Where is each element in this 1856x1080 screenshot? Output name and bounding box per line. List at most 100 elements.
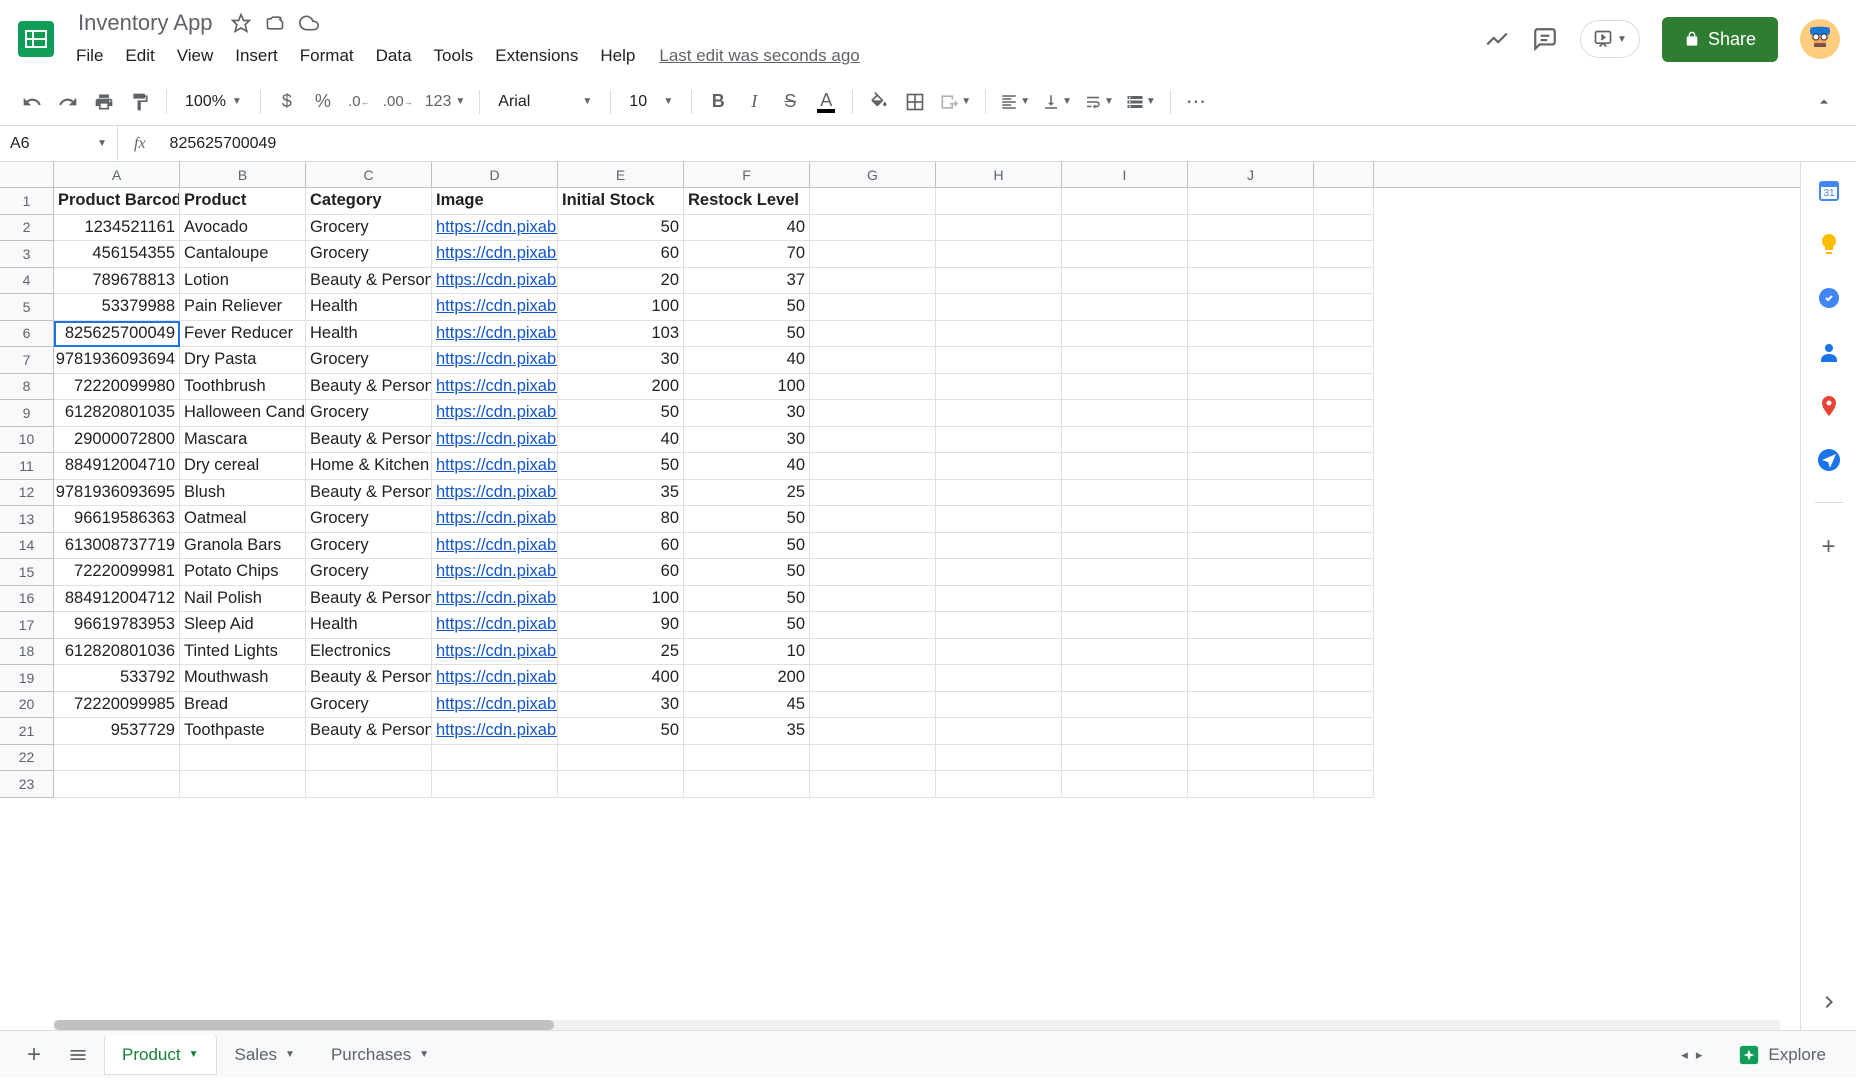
col-header-G[interactable]: G bbox=[810, 162, 936, 187]
paint-format-button[interactable] bbox=[124, 86, 156, 118]
empty-cell[interactable] bbox=[810, 586, 936, 613]
restock-cell[interactable]: 70 bbox=[684, 241, 810, 268]
empty-cell[interactable] bbox=[1188, 294, 1314, 321]
empty-cell[interactable] bbox=[1314, 427, 1374, 454]
row-header-11[interactable]: 11 bbox=[0, 453, 54, 480]
category-cell[interactable]: Electronics bbox=[306, 639, 432, 666]
empty-cell[interactable] bbox=[936, 400, 1062, 427]
row-header-9[interactable]: 9 bbox=[0, 400, 54, 427]
stock-cell[interactable]: 60 bbox=[558, 241, 684, 268]
merge-button[interactable]: ▼ bbox=[935, 86, 975, 118]
empty-cell[interactable] bbox=[1062, 321, 1188, 348]
stock-cell[interactable]: 100 bbox=[558, 586, 684, 613]
category-cell[interactable]: Grocery bbox=[306, 692, 432, 719]
history-icon[interactable] bbox=[1484, 26, 1510, 52]
product-cell[interactable]: Blush bbox=[180, 480, 306, 507]
empty-cell[interactable] bbox=[936, 427, 1062, 454]
restock-cell[interactable]: 40 bbox=[684, 453, 810, 480]
wrap-button[interactable]: ▼ bbox=[1080, 86, 1118, 118]
empty-cell[interactable] bbox=[936, 294, 1062, 321]
barcode-cell[interactable]: 456154355 bbox=[54, 241, 180, 268]
empty-cell[interactable] bbox=[1188, 374, 1314, 401]
product-cell[interactable]: Fever Reducer bbox=[180, 321, 306, 348]
empty-cell[interactable] bbox=[1314, 400, 1374, 427]
row-header-22[interactable]: 22 bbox=[0, 745, 54, 772]
empty-cell[interactable] bbox=[810, 745, 936, 772]
image-link-cell[interactable]: https://cdn.pixaba bbox=[432, 533, 558, 560]
row-header-14[interactable]: 14 bbox=[0, 533, 54, 560]
category-cell[interactable]: Health bbox=[306, 294, 432, 321]
barcode-cell[interactable]: 72220099985 bbox=[54, 692, 180, 719]
image-link-cell[interactable]: https://cdn.pixaba bbox=[432, 374, 558, 401]
empty-cell[interactable] bbox=[1062, 586, 1188, 613]
empty-cell[interactable] bbox=[1062, 639, 1188, 666]
product-cell[interactable]: Oatmeal bbox=[180, 506, 306, 533]
header-cell[interactable]: Product bbox=[180, 188, 306, 215]
empty-cell[interactable] bbox=[936, 506, 1062, 533]
restock-cell[interactable]: 50 bbox=[684, 533, 810, 560]
product-cell[interactable]: Cantaloupe bbox=[180, 241, 306, 268]
tab-nav-arrows[interactable]: ◂▸ bbox=[1681, 1047, 1702, 1063]
menu-tools[interactable]: Tools bbox=[424, 42, 484, 70]
empty-cell[interactable] bbox=[1062, 506, 1188, 533]
empty-cell[interactable] bbox=[1062, 294, 1188, 321]
tasks-icon[interactable] bbox=[1817, 286, 1841, 310]
product-cell[interactable]: Halloween Cand bbox=[180, 400, 306, 427]
empty-cell[interactable] bbox=[936, 374, 1062, 401]
empty-cell[interactable] bbox=[810, 215, 936, 242]
empty-cell[interactable] bbox=[1188, 745, 1314, 772]
category-cell[interactable]: Health bbox=[306, 612, 432, 639]
star-icon[interactable] bbox=[231, 13, 251, 33]
restock-cell[interactable]: 30 bbox=[684, 427, 810, 454]
empty-cell[interactable] bbox=[936, 665, 1062, 692]
empty-cell[interactable] bbox=[1314, 745, 1374, 772]
empty-cell[interactable] bbox=[936, 453, 1062, 480]
empty-cell[interactable] bbox=[810, 533, 936, 560]
empty-cell[interactable] bbox=[936, 771, 1062, 798]
empty-cell[interactable] bbox=[1314, 374, 1374, 401]
barcode-cell[interactable]: 29000072800 bbox=[54, 427, 180, 454]
empty-cell[interactable] bbox=[936, 241, 1062, 268]
empty-cell[interactable] bbox=[1188, 400, 1314, 427]
row-header-15[interactable]: 15 bbox=[0, 559, 54, 586]
empty-cell[interactable] bbox=[1314, 612, 1374, 639]
product-cell[interactable]: Bread bbox=[180, 692, 306, 719]
tab-purchases[interactable]: Purchases▼ bbox=[313, 1035, 447, 1075]
row-header-7[interactable]: 7 bbox=[0, 347, 54, 374]
barcode-cell[interactable]: 96619586363 bbox=[54, 506, 180, 533]
empty-cell[interactable] bbox=[1062, 771, 1188, 798]
row-header-4[interactable]: 4 bbox=[0, 268, 54, 295]
barcode-cell[interactable]: 72220099981 bbox=[54, 559, 180, 586]
empty-cell[interactable] bbox=[936, 268, 1062, 295]
header-cell[interactable]: Restock Level bbox=[684, 188, 810, 215]
barcode-cell[interactable]: 53379988 bbox=[54, 294, 180, 321]
empty-cell[interactable] bbox=[1062, 374, 1188, 401]
empty-cell[interactable] bbox=[810, 453, 936, 480]
product-cell[interactable]: Dry Pasta bbox=[180, 347, 306, 374]
barcode-cell[interactable]: 612820801035 bbox=[54, 400, 180, 427]
image-link-cell[interactable]: https://cdn.pixaba bbox=[432, 427, 558, 454]
move-icon[interactable] bbox=[265, 13, 285, 33]
row-header-5[interactable]: 5 bbox=[0, 294, 54, 321]
tab-sales[interactable]: Sales▼ bbox=[217, 1035, 313, 1075]
restock-cell[interactable]: 50 bbox=[684, 321, 810, 348]
empty-cell[interactable] bbox=[810, 692, 936, 719]
restock-cell[interactable]: 37 bbox=[684, 268, 810, 295]
image-link-cell[interactable]: https://cdn.pixaba bbox=[432, 612, 558, 639]
restock-cell[interactable]: 50 bbox=[684, 506, 810, 533]
empty-cell[interactable] bbox=[1062, 453, 1188, 480]
empty-cell[interactable] bbox=[810, 559, 936, 586]
image-link-cell[interactable]: https://cdn.pixaba bbox=[432, 506, 558, 533]
empty-cell[interactable] bbox=[1188, 215, 1314, 242]
empty-cell[interactable] bbox=[1314, 692, 1374, 719]
empty-cell[interactable] bbox=[936, 745, 1062, 772]
spreadsheet-grid[interactable]: ABCDEFGHIJ 1Product BarcodeProductCatego… bbox=[0, 162, 1800, 1030]
stock-cell[interactable]: 25 bbox=[558, 639, 684, 666]
empty-cell[interactable] bbox=[936, 347, 1062, 374]
barcode-cell[interactable]: 1234521161 bbox=[54, 215, 180, 242]
empty-cell[interactable] bbox=[810, 294, 936, 321]
italic-button[interactable]: I bbox=[738, 86, 770, 118]
empty-cell[interactable] bbox=[810, 188, 936, 215]
empty-cell[interactable] bbox=[1062, 480, 1188, 507]
borders-button[interactable] bbox=[899, 86, 931, 118]
